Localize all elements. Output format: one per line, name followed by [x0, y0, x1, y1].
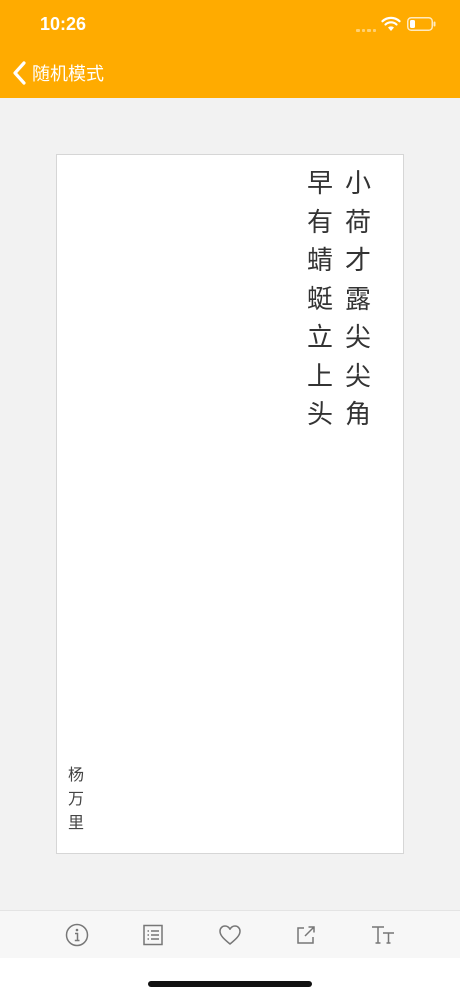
home-indicator[interactable] — [148, 981, 312, 987]
signal-icon — [356, 29, 376, 33]
nav-title: 随机模式 — [32, 64, 104, 85]
poem-char: 荷 — [344, 207, 371, 238]
list-icon — [143, 924, 163, 946]
poem-char: 有 — [306, 207, 333, 238]
poem-author: 杨万里 — [65, 763, 87, 835]
status-time: 10:26 — [40, 14, 87, 34]
text-size-button[interactable] — [369, 921, 397, 949]
poem-char: 角 — [344, 400, 371, 430]
author-char: 万 — [67, 789, 84, 808]
poem-char: 早 — [306, 169, 333, 199]
poem-char: 小 — [344, 169, 371, 199]
poem-char: 蜓 — [306, 284, 333, 315]
text-size-icon — [372, 926, 394, 944]
poem-char: 上 — [306, 361, 333, 392]
wifi-icon — [381, 16, 401, 31]
chevron-left-icon — [13, 61, 26, 85]
poem-char: 立 — [306, 323, 333, 353]
poem-char: 尖 — [344, 361, 371, 392]
poem-card: 小荷才露尖尖角 早有蜻蜓立上头 杨万里 — [56, 154, 404, 854]
poem-line: 小荷才露尖尖角 — [341, 165, 375, 435]
poem-lines: 小荷才露尖尖角 早有蜻蜓立上头 — [303, 165, 375, 435]
home-area — [0, 958, 460, 996]
share-icon — [297, 926, 315, 944]
share-button[interactable] — [292, 921, 320, 949]
info-icon — [65, 923, 89, 947]
favorite-button[interactable] — [216, 921, 244, 949]
list-button[interactable] — [139, 921, 167, 949]
author-char: 里 — [67, 813, 84, 832]
poem-char: 头 — [306, 400, 333, 430]
poem-char: 才 — [344, 246, 371, 276]
battery-icon — [407, 17, 436, 31]
info-button[interactable] — [63, 921, 91, 949]
poem-char: 露 — [344, 284, 371, 315]
poem-char: 尖 — [344, 323, 371, 353]
back-button[interactable]: 随机模式 — [10, 58, 104, 88]
poem-char: 蜻 — [306, 246, 333, 276]
poem-line: 早有蜻蜓立上头 — [303, 165, 337, 435]
heart-icon — [219, 925, 241, 945]
bottom-toolbar — [0, 910, 460, 958]
author-char: 杨 — [67, 765, 84, 784]
header-bar: 10:26 随机模式 — [0, 0, 460, 98]
